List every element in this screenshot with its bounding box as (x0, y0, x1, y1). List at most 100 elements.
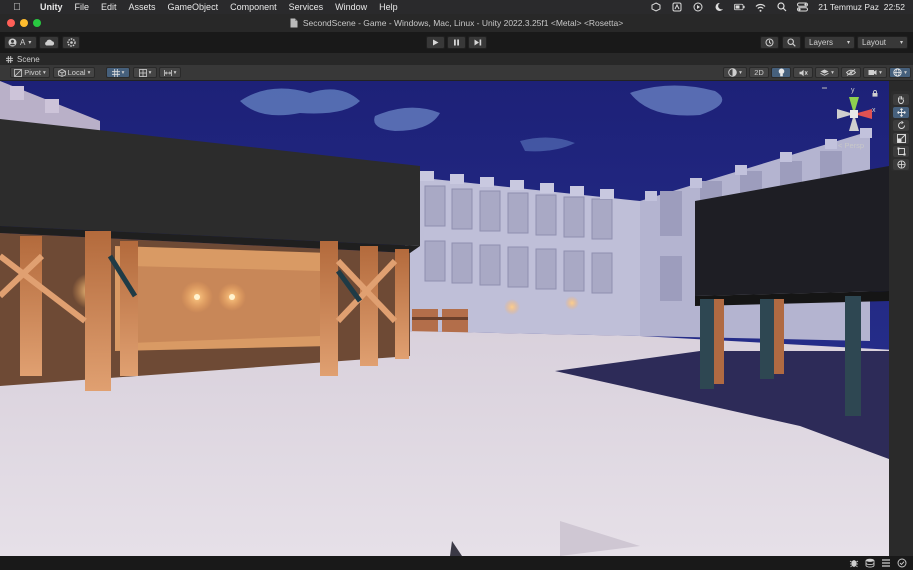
local-label: Local (67, 68, 86, 77)
app-status-icon[interactable] (671, 2, 682, 12)
spotlight-search-icon[interactable] (776, 2, 787, 12)
cache-server-icon[interactable] (865, 558, 875, 568)
unity-main-toolbar: A ▾ Layers ▾ Layout ▾ (0, 32, 913, 53)
menu-help[interactable]: Help (373, 0, 404, 14)
scene-visibility-toggle[interactable] (841, 67, 861, 78)
local-cube-icon (57, 68, 66, 77)
check-circle-icon[interactable] (897, 558, 907, 568)
progress-bars-icon[interactable] (881, 558, 891, 568)
cloud-icon (44, 39, 55, 46)
camera-settings-dropdown[interactable]: ▾ (863, 67, 887, 78)
account-dropdown[interactable]: A ▾ (4, 36, 37, 49)
local-dropdown[interactable]: Local ▾ (53, 67, 95, 78)
pause-button[interactable] (447, 36, 466, 49)
pivot-dropdown[interactable]: Pivot ▾ (10, 67, 50, 78)
pivot-icon (14, 68, 23, 77)
control-center-icon[interactable] (797, 2, 809, 12)
gear-icon (66, 38, 76, 47)
hand-icon (897, 95, 905, 104)
scale-tool-button[interactable] (893, 133, 909, 144)
lightbulb-icon (778, 68, 785, 77)
transform-tool-button[interactable] (893, 159, 909, 170)
scene-audio-toggle[interactable] (793, 67, 813, 78)
status-icons (849, 558, 907, 568)
effects-layers-icon (820, 69, 829, 77)
gizmo-lock-icon[interactable] (872, 90, 878, 97)
camera-icon (868, 69, 877, 76)
menu-unity[interactable]: Unity (34, 0, 69, 14)
chevron-down-icon: ▾ (831, 69, 834, 76)
scene-view-toolbar: Pivot ▾ Local ▾ ▾ ▾ ▾ ▾ 2D ▾ ▾ ▾ (0, 65, 913, 81)
chevron-down-icon: ▾ (173, 69, 177, 76)
grid-snap-icon (111, 68, 120, 77)
chevron-down-icon: ▾ (899, 40, 903, 46)
layout-label: Layout (862, 38, 887, 47)
moon-icon[interactable] (713, 2, 724, 12)
projection-label[interactable]: < Persp (838, 141, 864, 150)
gizmos-globe-icon (893, 68, 902, 77)
layout-dropdown[interactable]: Layout ▾ (857, 36, 908, 49)
draw-mode-dropdown[interactable]: ▾ (723, 67, 747, 78)
scene-lighting-toggle[interactable] (771, 67, 791, 78)
effects-dropdown[interactable]: ▾ (815, 67, 839, 78)
wifi-icon[interactable] (755, 2, 766, 12)
battery-icon[interactable] (734, 2, 745, 12)
rotate-tool-button[interactable] (893, 120, 909, 131)
apple-icon[interactable]:  (10, 2, 24, 13)
minimize-window-button[interactable] (20, 19, 28, 27)
scene-viewport[interactable]: y x < Persp ═ (0, 81, 913, 556)
menu-file[interactable]: File (69, 0, 96, 14)
grid-snapping-toggle[interactable]: ▾ (106, 67, 130, 78)
window-title: SecondScene - Game - Windows, Mac, Linux… (302, 18, 624, 28)
gizmo-x-label: x (872, 107, 876, 114)
scale-icon (896, 134, 906, 143)
play-button[interactable] (426, 36, 445, 49)
layers-dropdown[interactable]: Layers ▾ (804, 36, 855, 49)
menu-component[interactable]: Component (224, 0, 283, 14)
play-circle-icon[interactable] (692, 2, 703, 12)
zoom-window-button[interactable] (33, 19, 41, 27)
close-window-button[interactable] (7, 19, 15, 27)
snap-increment-icon (163, 69, 172, 77)
grid-visibility-dropdown[interactable]: ▾ (133, 67, 157, 78)
search-button[interactable] (782, 36, 801, 49)
history-icon (765, 38, 774, 47)
mode-2d-toggle[interactable]: 2D (749, 67, 769, 78)
document-icon (290, 18, 298, 28)
gizmo-menu-icon[interactable]: ═ (822, 85, 827, 92)
cloud-button[interactable] (39, 36, 59, 49)
menu-gameobject[interactable]: GameObject (162, 0, 225, 14)
step-button[interactable] (468, 36, 487, 49)
move-arrows-icon (896, 108, 906, 117)
pivot-label: Pivot (24, 68, 41, 77)
unity-status-icon[interactable] (650, 2, 661, 12)
grid-icon (138, 68, 147, 77)
gizmos-dropdown[interactable]: ▾ (889, 67, 911, 78)
search-icon (787, 38, 796, 47)
account-label: A (20, 38, 26, 47)
scene-tab-bar: Scene (0, 53, 913, 65)
menu-window[interactable]: Window (329, 0, 373, 14)
hand-tool-button[interactable] (893, 94, 909, 105)
menubar-datetime[interactable]: 21 Temmuz Paz 22:52 (818, 2, 905, 12)
shading-sphere-icon (728, 68, 737, 77)
undo-history-button[interactable] (760, 36, 779, 49)
move-tool-button[interactable] (893, 107, 909, 118)
account-icon (8, 38, 17, 47)
rect-transform-icon (897, 147, 906, 156)
menu-edit[interactable]: Edit (95, 0, 123, 14)
menu-assets[interactable]: Assets (123, 0, 162, 14)
menu-services[interactable]: Services (283, 0, 330, 14)
increment-snap-dropdown[interactable]: ▾ (159, 67, 181, 78)
tab-scene-label: Scene (17, 54, 40, 64)
rect-tool-button[interactable] (893, 146, 909, 157)
chevron-down-icon: ▾ (904, 69, 907, 76)
menubar-status-area: 21 Temmuz Paz 22:52 (650, 0, 905, 14)
debug-bug-icon[interactable] (849, 558, 859, 568)
hidden-eye-icon (846, 69, 856, 76)
layers-label: Layers (809, 38, 834, 47)
tab-scene[interactable]: Scene (0, 53, 40, 65)
mode-2d-label: 2D (754, 68, 764, 77)
collab-settings-button[interactable] (62, 36, 80, 49)
macos-menubar:  Unity File Edit Assets GameObject Comp… (0, 0, 913, 14)
